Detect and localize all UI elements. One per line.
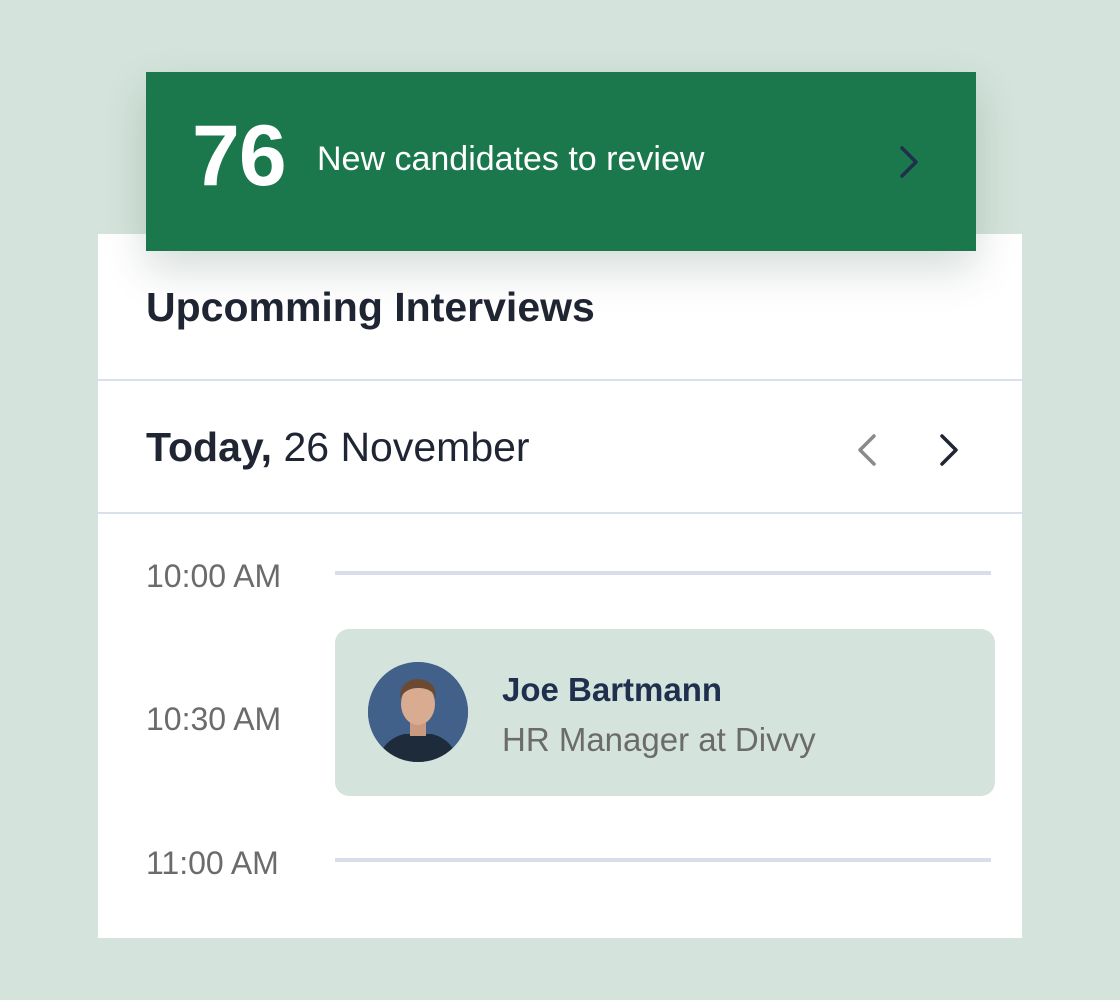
chevron-left-icon bbox=[858, 434, 876, 466]
time-label-1000: 10:00 AM bbox=[146, 558, 282, 594]
time-slot-line bbox=[335, 571, 991, 575]
date-header: Today, 26 November bbox=[146, 424, 530, 471]
interview-appointment[interactable]: Joe Bartmann HR Manager at Divvy bbox=[335, 629, 995, 796]
interviewer-name: Joe Bartmann bbox=[502, 671, 723, 708]
date-value: 26 November bbox=[283, 424, 530, 470]
date-prefix: Today, bbox=[146, 424, 273, 470]
avatar bbox=[368, 662, 468, 762]
time-label-1030: 10:30 AM bbox=[146, 701, 282, 737]
chevron-right-icon bbox=[940, 434, 958, 466]
chevron-right-icon[interactable] bbox=[894, 142, 926, 182]
time-label-1100: 11:00 AM bbox=[146, 845, 279, 881]
candidates-label: New candidates to review bbox=[317, 140, 705, 178]
next-day-button[interactable] bbox=[928, 426, 968, 474]
section-title: Upcomming Interviews bbox=[146, 284, 595, 330]
time-slot-line bbox=[335, 858, 991, 862]
divider bbox=[98, 512, 1022, 514]
interviewer-role: HR Manager at Divvy bbox=[502, 721, 816, 758]
new-candidates-banner[interactable]: 76 New candidates to review bbox=[146, 72, 976, 251]
previous-day-button[interactable] bbox=[848, 426, 888, 474]
candidates-count: 76 bbox=[192, 108, 287, 204]
upcoming-interviews-card: Upcomming Interviews Today, 26 November … bbox=[98, 234, 1022, 938]
divider bbox=[98, 379, 1022, 381]
